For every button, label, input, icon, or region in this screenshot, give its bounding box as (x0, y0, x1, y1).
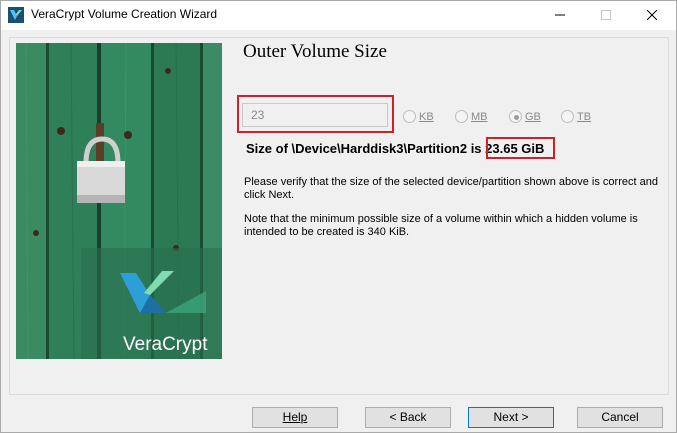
radio-circle-selected (509, 110, 522, 123)
maximize-button[interactable] (583, 1, 629, 30)
close-icon (647, 10, 657, 20)
radio-circle (561, 110, 574, 123)
close-button[interactable] (629, 1, 675, 30)
minimum-size-note: Note that the minimum possible size of a… (244, 213, 638, 238)
window-title: VeraCrypt Volume Creation Wizard (31, 7, 218, 21)
help-button[interactable]: Help (252, 407, 338, 428)
cancel-button-label: Cancel (601, 410, 639, 424)
page-title: Outer Volume Size (243, 41, 387, 62)
radio-dot (514, 115, 519, 120)
device-size-prefix: Size of \Device\Harddisk3\Partition2 is (246, 141, 486, 156)
help-button-label: Help (282, 410, 308, 424)
verify-size-paragraph: Please verify that the size of the selec… (244, 176, 658, 201)
veracrypt-logo-icon (8, 7, 24, 23)
maximize-icon (601, 10, 611, 20)
sidebar-brand-text: VeraCrypt (123, 334, 208, 355)
next-button-label: Next > (493, 410, 529, 424)
next-button[interactable]: Next > (468, 407, 554, 428)
back-button-label: < Back (389, 410, 427, 424)
minimize-button[interactable] (537, 1, 583, 30)
wizard-sidebar-image: VeraCrypt (16, 43, 222, 359)
highlight-box-size-input (237, 95, 394, 133)
back-button[interactable]: < Back (365, 407, 451, 428)
wizard-window: VeraCrypt Volume Creation Wizard VeraCry… (0, 0, 677, 433)
minimize-icon (555, 14, 565, 16)
green-planks-padlock-image: VeraCrypt (16, 43, 222, 359)
unit-label-mb: MB (471, 111, 488, 123)
highlight-box-size-value (486, 137, 555, 159)
radio-circle (403, 110, 416, 123)
unit-label-tb: TB (577, 111, 592, 123)
cancel-button[interactable]: Cancel (577, 407, 663, 428)
unit-label-gb: GB (525, 111, 541, 123)
unit-label-kb: KB (419, 111, 434, 123)
radio-circle (455, 110, 468, 123)
title-bar[interactable]: VeraCrypt Volume Creation Wizard (1, 1, 676, 30)
